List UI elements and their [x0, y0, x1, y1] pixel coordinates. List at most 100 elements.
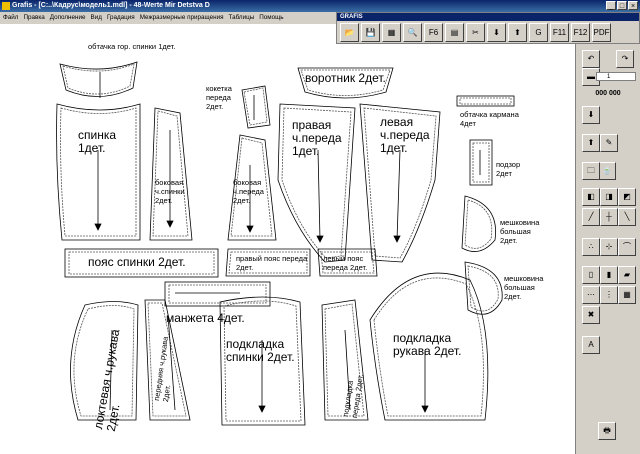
label-collar: воротник 2дет.	[305, 71, 386, 85]
piece-a-button[interactable]: ▯	[582, 266, 600, 284]
label-left-front: левая ч.переда 1дет.	[380, 115, 430, 155]
open-icon: 📂	[344, 28, 355, 37]
label-back-lining: подкладка спинки 2дет.	[226, 337, 295, 364]
grafis-toolbar-title: GRAFIS	[337, 13, 639, 21]
label-back-side: боковая ч.спинки 2дет.	[155, 178, 185, 205]
seam-b-button[interactable]: ⋮	[600, 286, 618, 304]
shape-b-button[interactable]: ◨	[600, 188, 618, 206]
curve-icon: ⌒	[623, 242, 631, 251]
pdf-icon: PDF	[593, 28, 610, 37]
shape-c-button[interactable]: ◩	[618, 188, 636, 206]
new-icon: ▦	[387, 28, 396, 37]
menu-tables[interactable]: Таблицы	[229, 12, 255, 24]
line-c-button[interactable]: ╲	[618, 208, 636, 226]
menu-edit[interactable]: Правка	[23, 12, 44, 24]
f11-button[interactable]: F11	[550, 23, 569, 42]
save-button[interactable]: 💾	[361, 23, 380, 42]
f6-button[interactable]: F6	[424, 23, 443, 42]
line-a-button[interactable]: ╱	[582, 208, 600, 226]
point-b-button[interactable]: ⊹	[600, 238, 618, 256]
cut-button[interactable]: ✂	[466, 23, 485, 42]
print-button[interactable]: 🖶	[598, 422, 616, 440]
label-pocket-facing: обтачка кармана 4дет	[460, 110, 519, 128]
seam-icon: ⋮	[605, 290, 613, 299]
shape-icon: ◨	[605, 192, 613, 201]
undo-button[interactable]: ↶	[582, 50, 600, 68]
f12-button[interactable]: F12	[571, 23, 590, 42]
label-cuff: манжета 4дет.	[166, 311, 245, 325]
print-icon: 🖶	[603, 426, 611, 435]
g-button[interactable]: G	[529, 23, 548, 42]
abc-button[interactable]: A	[582, 336, 600, 354]
piece-c-button[interactable]: ▰	[618, 266, 636, 284]
up-button[interactable]: ⬆	[508, 23, 527, 42]
line-b-button[interactable]: ┼	[600, 208, 618, 226]
label-right-front: правая ч.переда 1дет.	[292, 118, 342, 158]
shape-a-button[interactable]: ◧	[582, 188, 600, 206]
point-icon: ⊹	[605, 242, 613, 251]
folder-button[interactable]: 🗀	[582, 162, 600, 180]
new-button[interactable]: ▦	[382, 23, 401, 42]
point-a-button[interactable]: ∴	[582, 238, 600, 256]
label-front-side: боковая ч.переда 2дет.	[233, 178, 264, 205]
menu-help[interactable]: Помощь	[259, 12, 283, 24]
label-back-neck-facing: обтачка гор. спинки 1дет.	[88, 42, 176, 51]
arrow-up-button[interactable]: ⬆	[582, 134, 600, 152]
line-icon: ┼	[606, 212, 612, 221]
minimize-button[interactable]: _	[606, 1, 616, 10]
menu-bar: Файл Правка Дополнение Вид Градация Межр…	[0, 12, 338, 24]
shape-icon: ◧	[587, 192, 595, 201]
f6-icon: F6	[428, 28, 439, 37]
cup-icon: 🍵	[602, 166, 612, 175]
menu-view[interactable]: Вид	[91, 12, 102, 24]
menu-grading[interactable]: Градация	[107, 12, 135, 24]
label-pocket-bag-1: мешковина большая 2дет.	[500, 218, 540, 245]
line-icon: ╱	[588, 212, 594, 221]
label-yoke: кокетка переда 2дет.	[206, 84, 232, 111]
grid-icon: ▤	[450, 28, 459, 37]
curve-button[interactable]: ⌒	[618, 238, 636, 256]
redo-button[interactable]: ↷	[616, 50, 634, 68]
arrow-down-icon: ⬇	[587, 110, 595, 119]
line-icon: ╲	[624, 212, 630, 221]
pattern-drawing	[56, 61, 515, 426]
pattern-piece-back-side	[149, 107, 193, 241]
save-icon: 💾	[365, 28, 376, 37]
piece-b-button[interactable]: ▮	[600, 266, 618, 284]
menu-file[interactable]: Файл	[3, 12, 18, 24]
piece-icon: ▯	[588, 270, 594, 279]
title-bar: Grafis - [C:..\Кадрус\модель1.mdl] - 48-…	[0, 0, 640, 12]
search-button[interactable]: 🔍	[403, 23, 422, 42]
open-button[interactable]: 📂	[340, 23, 359, 42]
arrow-up-icon: ⬆	[514, 28, 521, 37]
down-button[interactable]: ⬇	[487, 23, 506, 42]
edit-button[interactable]: ✎	[600, 134, 618, 152]
label-sleeve-lining: подкладка рукава 2дет.	[393, 331, 462, 358]
window-title: Grafis - [C:..\Кадрус\модель1.mdl] - 48-…	[12, 2, 210, 9]
coordinate-counter: 000 000	[595, 90, 621, 97]
text-icon: A	[588, 340, 594, 349]
pdf-button[interactable]: PDF	[592, 23, 611, 42]
close-button[interactable]: ×	[628, 1, 638, 10]
f11-icon: F11	[552, 28, 567, 37]
cut-icon: ✂	[472, 28, 479, 37]
delete-button[interactable]: ✖	[582, 306, 600, 324]
drawing-canvas[interactable]: обтачка гор. спинки 1дет. воротник 2дет.…	[0, 24, 576, 454]
seam-icon: ⋯	[587, 290, 595, 299]
label-left-belt: левый пояс переда 2дет.	[323, 254, 368, 272]
right-tool-panel: ↶ ↷ ▬ ⬇ ⬆ ✎ 🍵 🗀 ◧ ◨ ◩ ╱ ┼ ╲ ∴ ⊹ ⌒ ▯ ▮ ▰ …	[576, 44, 640, 454]
menu-increments[interactable]: Межразмерные приращения	[140, 12, 224, 24]
seam-a-button[interactable]: ⋯	[582, 286, 600, 304]
cup-button[interactable]: 🍵	[598, 162, 616, 180]
menu-addition[interactable]: Дополнение	[50, 12, 86, 24]
arrow-down-button[interactable]: ⬇	[582, 106, 600, 124]
seam-icon: ▦	[623, 290, 631, 299]
grid-button[interactable]: ▤	[445, 23, 464, 42]
maximize-button[interactable]: □	[617, 1, 627, 10]
edit-icon: ✎	[605, 138, 613, 147]
arrow-down-icon: ⬇	[493, 28, 500, 37]
seam-c-button[interactable]: ▦	[618, 286, 636, 304]
step-input[interactable]: 1	[596, 72, 636, 81]
pattern-piece-pocket-facing	[456, 95, 515, 107]
pattern-piece-cuff	[164, 281, 271, 307]
